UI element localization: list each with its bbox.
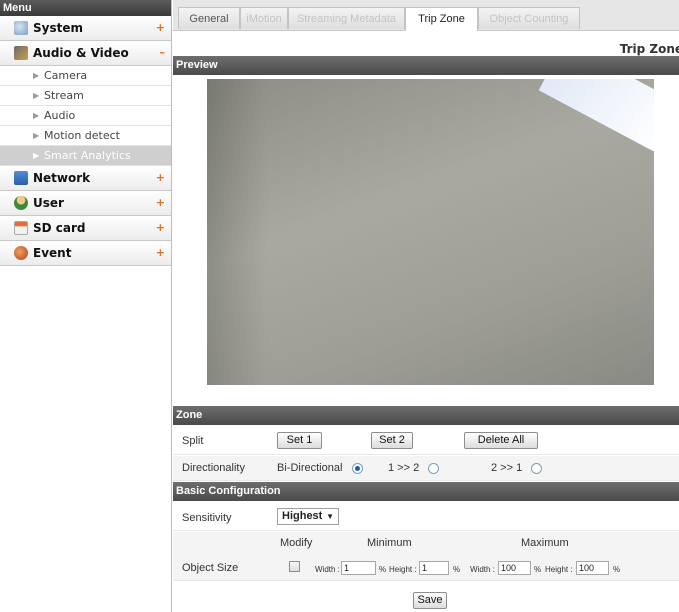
object-size-label: Object Size <box>182 562 239 574</box>
triangle-right-icon: ▶ <box>33 91 40 100</box>
set2-button[interactable]: Set 2 <box>371 432 413 449</box>
audio-video-icon <box>14 46 28 60</box>
modify-header: Modify <box>280 537 313 549</box>
tab-general[interactable]: General <box>178 7 240 29</box>
sd-card-icon <box>14 221 28 235</box>
expand-toggle[interactable]: + <box>156 166 165 190</box>
triangle-right-icon: ▶ <box>33 131 40 140</box>
page-title: Trip Zone <box>619 42 679 56</box>
max-height-input[interactable]: 100 <box>576 561 609 575</box>
expand-toggle[interactable]: + <box>156 241 165 265</box>
minimum-header: Minimum <box>367 537 412 549</box>
sidebar-menu: Menu System + Audio & Video – ▶ Camera ▶… <box>0 0 172 612</box>
expand-toggle[interactable]: + <box>156 191 165 215</box>
tab-bar: General iMotion Streaming Metadata Trip … <box>173 0 679 31</box>
preview-section-header: Preview <box>173 56 679 75</box>
modify-checkbox[interactable] <box>289 561 300 572</box>
bi-directional-label: Bi-Directional <box>277 462 343 474</box>
set1-button[interactable]: Set 1 <box>277 432 322 449</box>
sidebar-sub-smart-analytics[interactable]: ▶ Smart Analytics <box>0 146 171 166</box>
maximum-header: Maximum <box>521 537 569 549</box>
menu-header: Menu <box>0 0 171 16</box>
sidebar-sub-audio[interactable]: ▶ Audio <box>0 106 171 126</box>
min-width-input[interactable]: 1 <box>341 561 376 575</box>
tab-streaming-metadata: Streaming Metadata <box>288 7 405 29</box>
tab-object-counting: Object Counting <box>478 7 580 29</box>
split-row: Split Set 1 Set 2 Delete All <box>173 427 679 455</box>
object-size-row: Object Size Width : 1 % Height : 1 % Wid… <box>173 554 679 581</box>
event-icon <box>14 246 28 260</box>
delete-all-button[interactable]: Delete All <box>464 432 538 449</box>
basic-config-section-header: Basic Configuration <box>173 482 679 501</box>
system-icon <box>14 21 28 35</box>
sidebar-sub-stream[interactable]: ▶ Stream <box>0 86 171 106</box>
sidebar-item-system[interactable]: System + <box>0 16 171 41</box>
sidebar-sub-camera[interactable]: ▶ Camera <box>0 66 171 86</box>
main-panel: General iMotion Streaming Metadata Trip … <box>173 0 679 612</box>
one-to-two-radio[interactable] <box>428 463 439 474</box>
two-to-one-radio[interactable] <box>531 463 542 474</box>
triangle-right-icon: ▶ <box>33 151 40 160</box>
ceiling-light <box>538 79 654 152</box>
object-size-header-row: Modify Minimum Maximum <box>173 532 679 554</box>
triangle-right-icon: ▶ <box>33 111 40 120</box>
sidebar-item-sd-card[interactable]: SD card + <box>0 216 171 241</box>
one-to-two-label: 1 >> 2 <box>388 462 420 474</box>
triangle-right-icon: ▶ <box>33 71 40 80</box>
tab-imotion: iMotion <box>240 7 288 29</box>
sidebar-item-audio-video[interactable]: Audio & Video – <box>0 41 171 66</box>
save-button[interactable]: Save <box>413 592 447 609</box>
sidebar-item-user[interactable]: User + <box>0 191 171 216</box>
expand-toggle[interactable]: + <box>156 216 165 240</box>
directionality-row: Directionality Bi-Directional 1 >> 2 2 >… <box>173 456 679 481</box>
max-width-input[interactable]: 100 <box>498 561 531 575</box>
sensitivity-row: Sensitivity Highest ▼ <box>173 502 679 531</box>
chevron-down-icon: ▼ <box>326 512 334 521</box>
zone-section-header: Zone <box>173 406 679 425</box>
bi-directional-radio[interactable] <box>352 463 363 474</box>
expand-toggle[interactable]: + <box>156 16 165 40</box>
tab-trip-zone[interactable]: Trip Zone <box>405 7 478 31</box>
sensitivity-label: Sensitivity <box>182 512 232 524</box>
network-icon <box>14 171 28 185</box>
camera-preview[interactable] <box>207 79 654 385</box>
user-icon <box>14 196 28 210</box>
directionality-label: Directionality <box>182 462 245 474</box>
sensitivity-select[interactable]: Highest ▼ <box>277 508 339 525</box>
collapse-toggle[interactable]: – <box>160 41 166 65</box>
min-height-input[interactable]: 1 <box>419 561 449 575</box>
two-to-one-label: 2 >> 1 <box>491 462 523 474</box>
sidebar-sub-motion-detect[interactable]: ▶ Motion detect <box>0 126 171 146</box>
split-label: Split <box>182 435 204 447</box>
sidebar-item-network[interactable]: Network + <box>0 166 171 191</box>
sidebar-item-event[interactable]: Event + <box>0 241 171 266</box>
